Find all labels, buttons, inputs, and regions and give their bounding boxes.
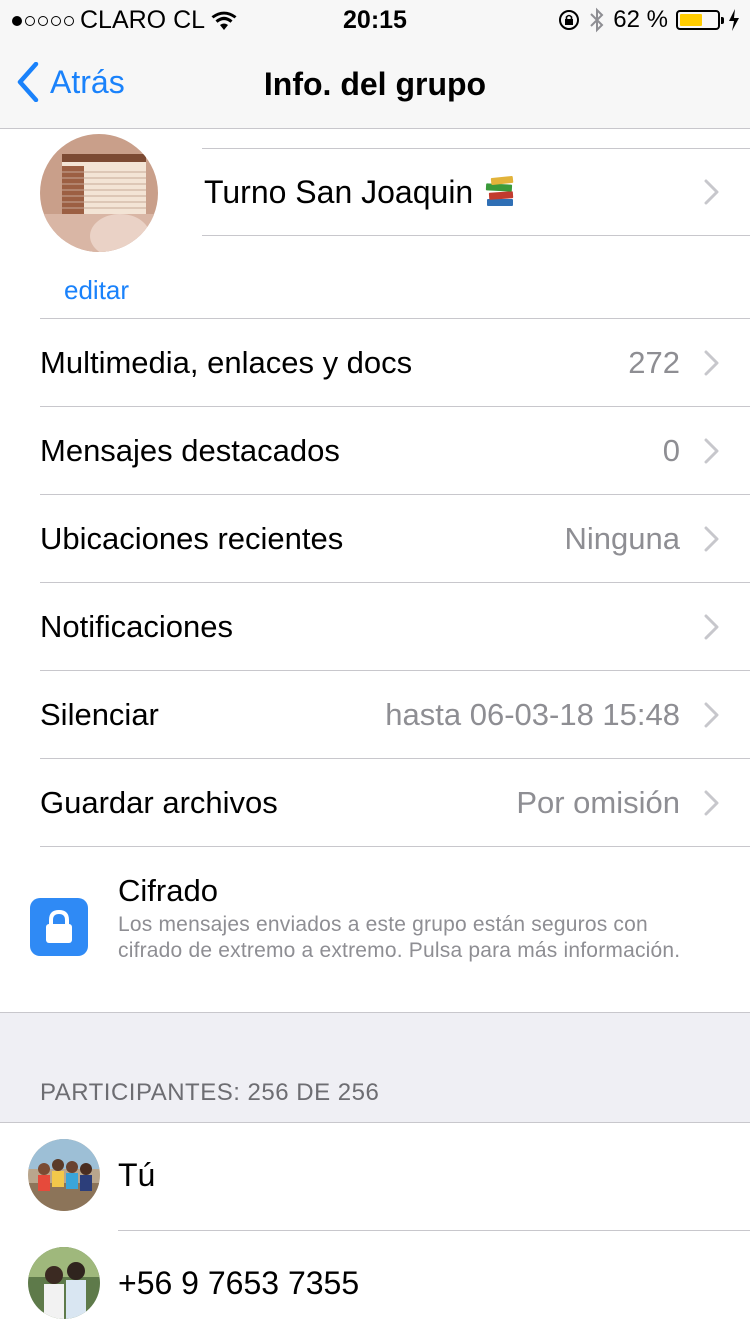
row-label: Multimedia, enlaces y docs	[40, 344, 413, 380]
status-bar: CLARO CL 20:15 62 %	[0, 0, 750, 40]
participant-name: Tú	[118, 1157, 156, 1193]
encryption-row[interactable]: Cifrado Los mensajes enviados a este gru…	[0, 846, 750, 1012]
save-media-row[interactable]: Guardar archivos Por omisión	[40, 758, 750, 846]
participant-row[interactable]: +56 9 7653 7355	[0, 1231, 750, 1339]
chevron-right-icon	[704, 179, 719, 205]
group-options-list: Multimedia, enlaces y docs 272 Mensajes …	[0, 318, 750, 846]
page-title: Info. del grupo	[263, 66, 487, 102]
avatar	[28, 1139, 100, 1211]
group-name-row[interactable]: Turno San Joaquin	[202, 148, 750, 236]
group-header: editar Turno San Joaquin	[0, 129, 750, 319]
chevron-right-icon	[704, 614, 719, 639]
chevron-right-icon	[704, 702, 719, 727]
participants-section-header: PARTICIPANTES: 256 DE 256	[0, 1012, 750, 1123]
row-value: hasta 06-03-18 15:48	[385, 696, 680, 732]
chevron-right-icon	[704, 790, 719, 815]
chevron-right-icon	[704, 438, 719, 463]
battery-percent: 62 %	[613, 6, 668, 33]
participants-list: Tú +56 9 7653 7355	[0, 1123, 750, 1339]
mute-row[interactable]: Silenciar hasta 06-03-18 15:48	[40, 670, 750, 758]
edit-photo-link[interactable]: editar	[64, 275, 129, 306]
charging-bolt-icon	[729, 9, 739, 31]
chevron-right-icon	[704, 350, 719, 375]
row-label: Silenciar	[40, 696, 159, 732]
participant-row[interactable]: Tú	[0, 1123, 750, 1231]
status-icons: 62 %	[557, 6, 740, 34]
recent-locations-row[interactable]: Ubicaciones recientes Ninguna	[40, 494, 750, 582]
group-photo-image	[40, 134, 158, 252]
encryption-description: Los mensajes enviados a este grupo están…	[118, 913, 681, 962]
row-value: Por omisión	[516, 784, 680, 820]
row-label: Mensajes destacados	[40, 432, 340, 468]
bluetooth-icon	[590, 7, 604, 33]
row-label: Notificaciones	[40, 608, 233, 644]
row-label: Guardar archivos	[40, 784, 278, 820]
participant-name: +56 9 7653 7355	[118, 1265, 360, 1301]
row-value: 0	[662, 432, 680, 468]
navigation-bar: Atrás Info. del grupo	[0, 40, 750, 129]
group-name: Turno San Joaquin	[204, 173, 474, 210]
row-value: 272	[628, 344, 680, 380]
notifications-row[interactable]: Notificaciones	[40, 582, 750, 670]
avatar	[28, 1247, 100, 1319]
books-emoji-icon	[486, 175, 514, 206]
row-value: Ninguna	[564, 520, 680, 556]
chevron-right-icon	[704, 526, 719, 551]
row-label: Ubicaciones recientes	[40, 520, 344, 556]
media-links-docs-row[interactable]: Multimedia, enlaces y docs 272	[40, 318, 750, 406]
lock-icon	[30, 898, 88, 956]
encryption-title: Cifrado	[118, 873, 218, 908]
participants-count: PARTICIPANTES: 256 DE 256	[40, 1079, 380, 1106]
rotation-lock-icon	[559, 10, 580, 30]
group-avatar[interactable]	[40, 134, 158, 252]
battery-icon	[676, 10, 724, 30]
starred-messages-row[interactable]: Mensajes destacados 0	[40, 406, 750, 494]
